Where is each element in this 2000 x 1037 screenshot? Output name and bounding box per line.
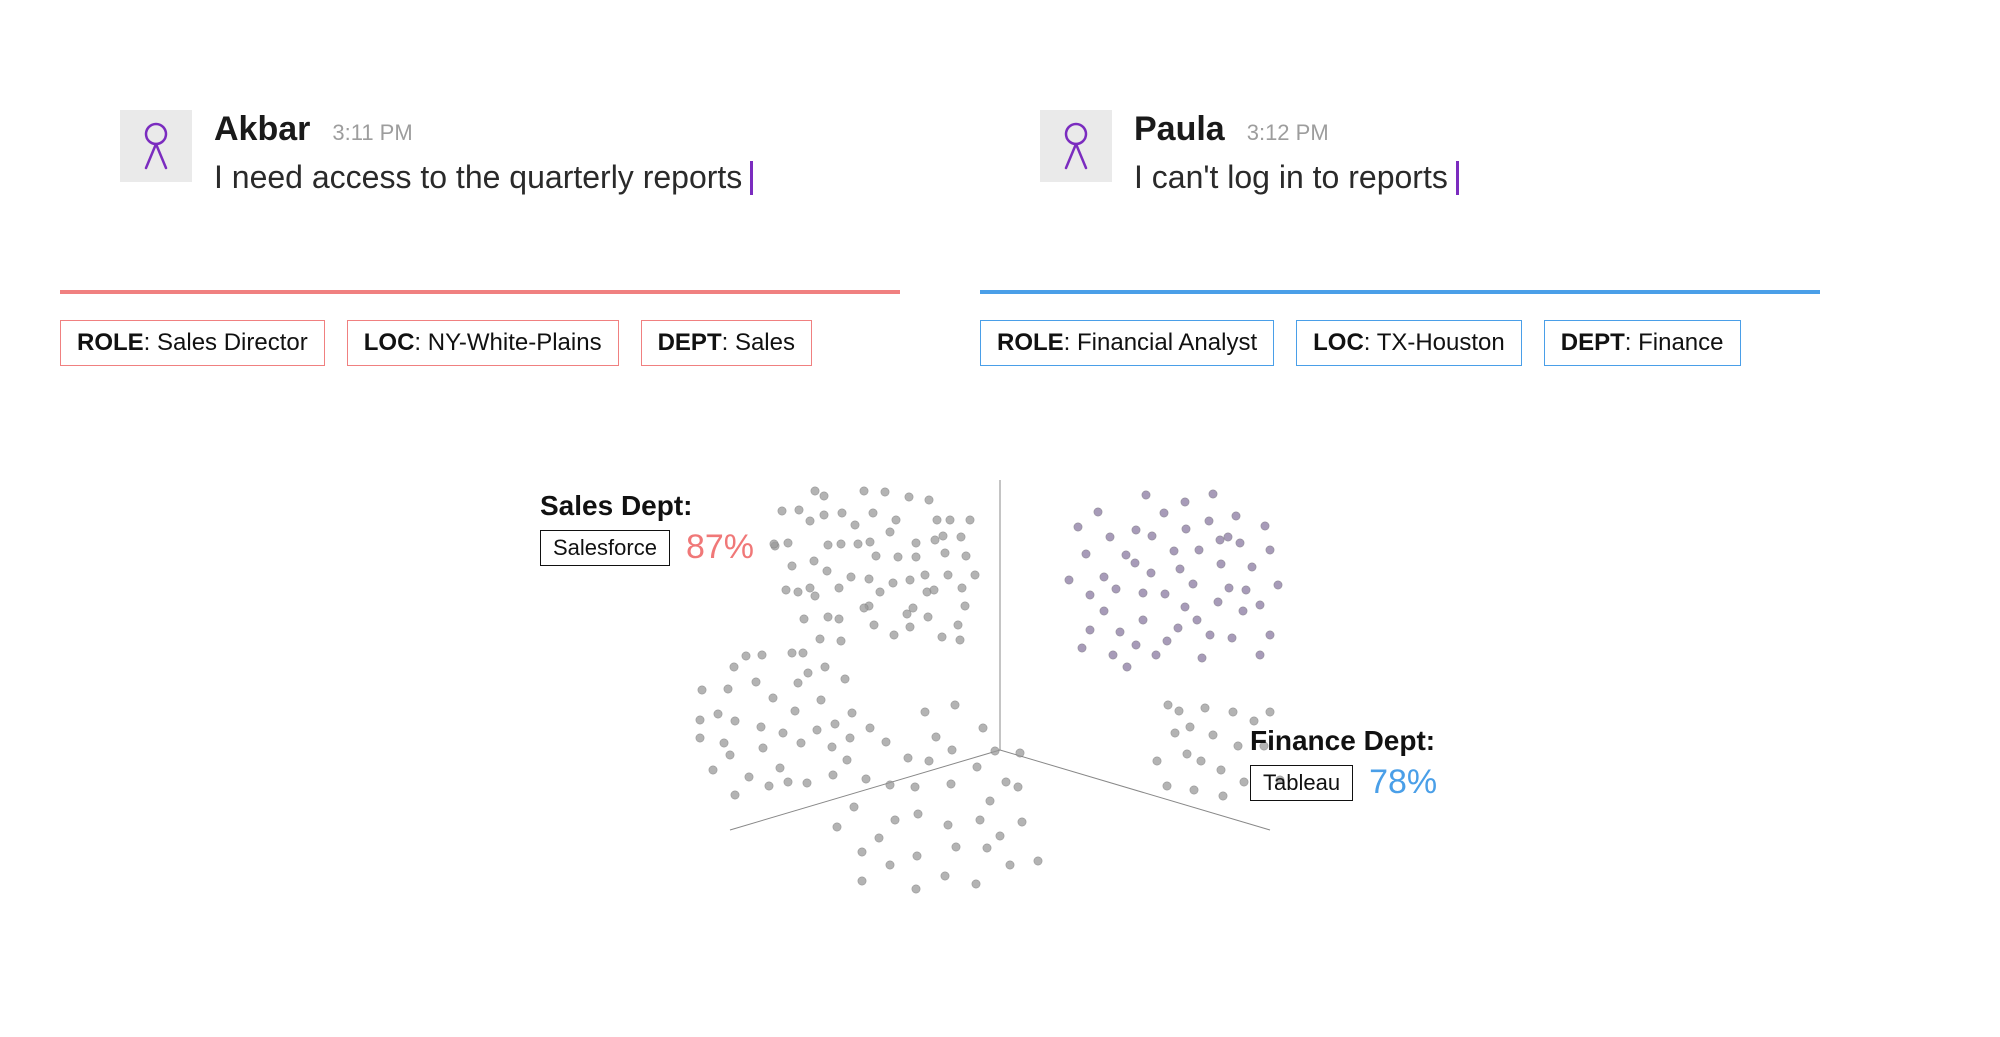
tag-dept: DEPT: Finance	[1544, 320, 1741, 366]
message-time: 3:12 PM	[1247, 120, 1329, 146]
cluster-pct: 78%	[1369, 763, 1437, 802]
user-name: Paula	[1134, 110, 1225, 149]
message-text: I need access to the quarterly reports	[214, 159, 753, 196]
chat-message-akbar: Akbar 3:11 PM I need access to the quart…	[120, 110, 753, 196]
avatar	[1040, 110, 1112, 182]
chat-message-paula: Paula 3:12 PM I can't log in to reports	[1040, 110, 1459, 196]
text-cursor	[1456, 161, 1459, 195]
divider-sales	[60, 290, 900, 294]
scatter-points	[696, 487, 1284, 893]
person-icon	[139, 122, 173, 170]
divider-finance	[980, 290, 1820, 294]
cluster-title: Sales Dept:	[540, 490, 754, 522]
axes-3d	[730, 480, 1270, 830]
avatar	[120, 110, 192, 182]
cluster-pct: 87%	[686, 528, 754, 567]
message-text: I can't log in to reports	[1134, 159, 1459, 196]
tag-row-finance: ROLE: Financial Analyst LOC: TX-Houston …	[980, 320, 1741, 366]
tag-loc: LOC: NY-White-Plains	[347, 320, 619, 366]
cluster-label-finance: Finance Dept: Tableau 78%	[1250, 725, 1437, 802]
message-text-content: I can't log in to reports	[1134, 159, 1448, 196]
message-time: 3:11 PM	[332, 120, 412, 146]
scatter-plot: Sales Dept: Salesforce 87% Finance Dept:…	[570, 480, 1430, 910]
tag-row-sales: ROLE: Sales Director LOC: NY-White-Plain…	[60, 320, 812, 366]
text-cursor	[750, 161, 753, 195]
message-text-content: I need access to the quarterly reports	[214, 159, 742, 196]
tag-role: ROLE: Sales Director	[60, 320, 325, 366]
tag-loc: LOC: TX-Houston	[1296, 320, 1522, 366]
user-name: Akbar	[214, 110, 310, 149]
cluster-app: Tableau	[1250, 765, 1353, 801]
cluster-title: Finance Dept:	[1250, 725, 1437, 757]
tag-dept: DEPT: Sales	[641, 320, 812, 366]
tag-role: ROLE: Financial Analyst	[980, 320, 1274, 366]
cluster-app: Salesforce	[540, 530, 670, 566]
diagram-canvas: Akbar 3:11 PM I need access to the quart…	[0, 0, 2000, 1037]
person-icon	[1059, 122, 1093, 170]
cluster-label-sales: Sales Dept: Salesforce 87%	[540, 490, 754, 567]
